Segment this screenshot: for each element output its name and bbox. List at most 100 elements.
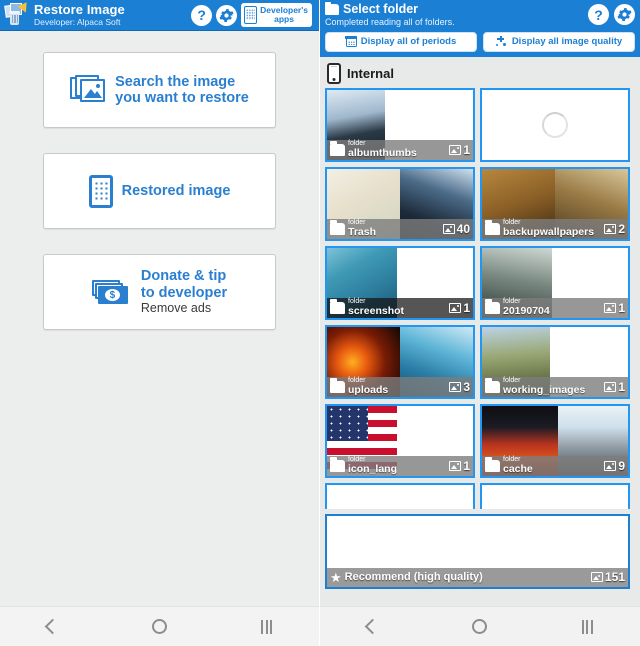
folder-card[interactable]: folder20190704 1 [480, 246, 630, 320]
folder-card[interactable]: folderTrash 40 [325, 167, 475, 241]
tablet-grid-icon [89, 175, 113, 208]
donate-tip-line2: to developer [141, 285, 227, 301]
image-count-icon [449, 145, 461, 155]
folder-card[interactable] [480, 483, 630, 509]
folder-image-count: 1 [449, 301, 470, 315]
home-icon[interactable] [472, 619, 487, 634]
folder-name-label: 20190704 [503, 306, 550, 317]
folder-name-label: working_images [503, 385, 585, 396]
app-bar: Restore Image Developer: Alpaca Soft ? D… [0, 0, 319, 31]
folder-name-group: folderworking_images [503, 377, 585, 396]
image-count-icon [604, 382, 616, 392]
select-folder-title: Select folder [343, 3, 418, 16]
storage-section-header: Internal [320, 57, 640, 88]
developer-apps-label: Developer's apps [260, 6, 308, 24]
search-image-label: Search the image you want to restore [115, 74, 249, 107]
tablet-icon [244, 6, 257, 24]
folder-image-count-value: 40 [457, 222, 470, 236]
help-button[interactable]: ? [588, 4, 609, 25]
app-title-group: Restore Image Developer: Alpaca Soft [34, 3, 125, 27]
gear-icon[interactable] [614, 4, 635, 25]
app-title: Restore Image [34, 3, 125, 16]
folder-name-label: backupwallpapers [503, 227, 594, 238]
left-screen-home: Restore Image Developer: Alpaca Soft ? D… [0, 0, 320, 646]
folder-image-count: 2 [604, 222, 625, 236]
help-button[interactable]: ? [191, 5, 212, 26]
folder-image-count: 1 [449, 459, 470, 473]
sparkle-icon [496, 36, 508, 48]
home-icon[interactable] [152, 619, 167, 634]
folder-info-bar: folder20190704 1 [482, 298, 628, 318]
folder-name-label: uploads [348, 385, 388, 396]
back-icon[interactable] [45, 619, 61, 635]
folder-kind-label: folder [503, 219, 594, 226]
app-bar-actions: ? Developer's apps [191, 3, 315, 27]
folder-name-group: folder20190704 [503, 298, 550, 317]
folder-image-count: 1 [604, 301, 625, 315]
recommend-card[interactable]: ★ Recommend (high quality) 151 [325, 514, 630, 589]
folder-info-bar: folderTrash 40 [327, 219, 473, 239]
header-actions: ? [588, 3, 635, 25]
folder-image-count: 1 [604, 380, 625, 394]
phone-icon [327, 63, 341, 84]
money-icon: $ [92, 278, 132, 306]
folder-card[interactable]: folderworking_images 1 [480, 325, 630, 399]
folder-name-group: folderuploads [348, 377, 388, 396]
select-folder-title-row: Select folder [325, 3, 455, 16]
image-count-icon [443, 224, 455, 234]
display-all-image-quality-button[interactable]: Display all image quality [483, 32, 635, 52]
folder-kind-label: folder [503, 298, 550, 305]
folder-card[interactable]: folderbackupwallpapers 2 [480, 167, 630, 241]
folder-card[interactable]: folderalbumthumbs1 [325, 88, 475, 162]
folder-grid-partial-row [320, 483, 640, 509]
folder-name-label: icon_lang [348, 464, 397, 475]
recents-icon[interactable] [261, 620, 272, 634]
folder-icon [330, 381, 345, 393]
donate-tip-button[interactable]: $ Donate & tip to developer Remove ads [43, 254, 276, 330]
folder-image-count-value: 1 [618, 301, 625, 315]
folder-kind-label: folder [503, 377, 585, 384]
folder-kind-label: folder [348, 456, 397, 463]
developer-apps-button[interactable]: Developer's apps [241, 3, 312, 27]
image-count-icon [604, 303, 616, 313]
recents-icon[interactable] [582, 620, 593, 634]
folder-card[interactable]: foldericon_lang 1 [325, 404, 475, 478]
folder-image-count: 3 [449, 380, 470, 394]
image-count-icon [449, 303, 461, 313]
folder-image-count-value: 1 [463, 459, 470, 473]
restored-image-button[interactable]: Restored image [43, 153, 276, 229]
folder-card[interactable] [480, 88, 630, 162]
search-image-button[interactable]: Search the image you want to restore [43, 52, 276, 128]
folder-info-bar: folderuploads 3 [327, 377, 473, 397]
folder-name-group: foldercache [503, 456, 533, 475]
folder-card[interactable]: folderuploads 3 [325, 325, 475, 399]
folder-info-bar: folderbackupwallpapers 2 [482, 219, 628, 239]
home-menu: Search the image you want to restore Res… [0, 31, 319, 330]
image-count-icon [604, 224, 616, 234]
loading-spinner-icon [542, 112, 568, 138]
folder-card[interactable]: foldercache9 [480, 404, 630, 478]
folder-icon [485, 302, 500, 314]
gear-icon[interactable] [216, 5, 237, 26]
folder-info-bar: folderscreenshot1 [327, 298, 473, 318]
folder-card[interactable]: folderscreenshot1 [325, 246, 475, 320]
storage-label: Internal [347, 66, 394, 81]
select-folder-header: Select folder Completed reading all of f… [320, 0, 640, 57]
search-image-line1: Search the image [115, 74, 235, 90]
folder-icon [330, 223, 345, 235]
folder-kind-label: folder [348, 140, 417, 147]
display-all-periods-button[interactable]: Display all of periods [325, 32, 477, 52]
header-filter-buttons: Display all of periods Display all image… [325, 32, 635, 52]
back-icon[interactable] [365, 619, 381, 635]
folder-image-count: 40 [443, 222, 470, 236]
folder-card[interactable] [325, 483, 475, 509]
folder-name-label: screenshot [348, 306, 404, 317]
folder-image-count-value: 1 [463, 301, 470, 315]
recommend-count: 151 [591, 570, 625, 584]
folder-kind-label: folder [348, 219, 376, 226]
folder-name-group: folderTrash [348, 219, 376, 238]
dual-screenshot-container: Restore Image Developer: Alpaca Soft ? D… [0, 0, 640, 646]
header-title-group: Select folder Completed reading all of f… [325, 3, 455, 28]
calendar-icon [346, 36, 357, 47]
folder-info-bar: foldericon_lang 1 [327, 456, 473, 476]
